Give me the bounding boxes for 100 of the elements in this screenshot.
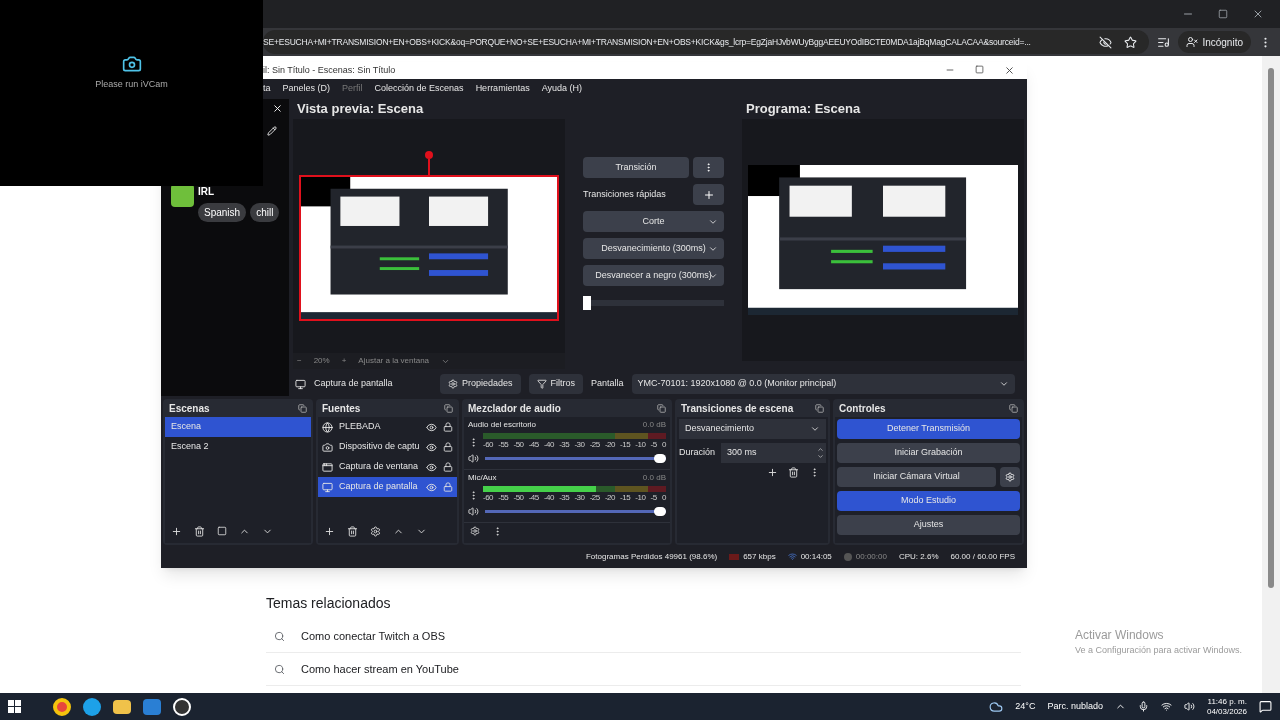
fit-dropdown[interactable]: Ajustar a la ventana	[358, 355, 430, 367]
scene-item[interactable]: Escena	[165, 417, 311, 437]
filter-icon[interactable]	[217, 526, 227, 536]
control-button[interactable]: Detener Transmisión	[837, 419, 1020, 439]
zoom-out-button[interactable]: −	[297, 355, 302, 367]
menu-item[interactable]: Paneles (D)	[282, 82, 331, 96]
browser-icon[interactable]	[53, 697, 71, 716]
zoom-in-button[interactable]: +	[341, 355, 347, 367]
quick-transition-dropdown[interactable]: Desvanecimiento (300ms)	[583, 238, 724, 259]
eye-off-icon[interactable]	[1099, 35, 1113, 49]
decrement-icon[interactable]	[817, 453, 824, 460]
volume-icon[interactable]	[468, 453, 479, 464]
tag[interactable]: chill	[250, 203, 280, 222]
source-item[interactable]: Dispositivo de captu	[318, 437, 457, 457]
properties-button[interactable]: Propiedades	[440, 374, 521, 394]
edit-icon[interactable]	[267, 126, 277, 136]
profile-chip[interactable]: Incógnito	[1178, 31, 1251, 53]
close-icon[interactable]	[1252, 8, 1264, 20]
display-dropdown[interactable]: YMC-70101: 1920x1080 @ 0.0 (Monitor principal)	[631, 374, 1015, 394]
volume-slider[interactable]	[485, 454, 666, 463]
related-search-link[interactable]: Como hacer stream en YouTube	[266, 653, 1021, 686]
scene-item[interactable]: Escena 2	[165, 437, 311, 457]
filters-button[interactable]: Filtros	[528, 374, 584, 394]
lock-icon[interactable]	[443, 482, 453, 492]
advanced-settings-icon[interactable]	[470, 526, 480, 536]
add-icon[interactable]	[324, 526, 335, 537]
volume-handle[interactable]	[654, 454, 666, 463]
search-icon	[274, 663, 285, 675]
lock-icon[interactable]	[443, 442, 453, 452]
undock-icon[interactable]	[298, 403, 307, 413]
visibility-icon[interactable]	[426, 421, 437, 433]
menu-item[interactable]: Herramientas	[475, 82, 530, 96]
bookmark-icon[interactable]	[1124, 35, 1138, 49]
channel-reading: 0.0 dB	[642, 472, 666, 484]
folder-icon[interactable]	[113, 699, 131, 714]
network-icon[interactable]	[1160, 701, 1172, 712]
mail-icon[interactable]	[143, 698, 161, 715]
settings-button[interactable]	[1000, 467, 1020, 487]
scrollbar-thumb[interactable]	[1268, 68, 1274, 588]
media-icon[interactable]	[1157, 35, 1171, 49]
lock-icon[interactable]	[443, 422, 453, 432]
notifications-icon[interactable]	[1259, 700, 1272, 713]
visibility-icon[interactable]	[426, 481, 437, 493]
control-button[interactable]: Ajustes	[837, 515, 1020, 535]
meter-tick-label: -60	[483, 494, 494, 502]
add-icon[interactable]	[767, 467, 778, 478]
quick-transition-dropdown[interactable]: Corte	[583, 211, 724, 232]
volume-slider[interactable]	[485, 507, 666, 516]
volume-handle[interactable]	[654, 507, 666, 516]
edge-icon[interactable]	[83, 697, 101, 716]
close-icon[interactable]	[272, 103, 283, 114]
visibility-icon[interactable]	[426, 441, 437, 453]
t-bar-slider[interactable]	[583, 296, 724, 310]
undock-icon[interactable]	[657, 403, 666, 413]
visibility-icon[interactable]	[426, 461, 437, 473]
control-button[interactable]: Modo Estudio	[837, 491, 1020, 511]
duration-field[interactable]: 300 ms	[721, 443, 826, 463]
meter-tick-label: -25	[589, 441, 600, 449]
menu-item[interactable]: ta	[263, 82, 271, 96]
caret-icon	[999, 379, 1009, 389]
maximize-icon[interactable]	[975, 65, 984, 74]
control-button[interactable]: Iniciar Cámara Virtual	[837, 467, 996, 487]
mic-icon[interactable]	[1137, 701, 1149, 712]
quick-transition-dropdown[interactable]: Desvanecer a negro (300ms)	[583, 265, 724, 286]
control-button[interactable]: Iniciar Grabación	[837, 443, 1020, 463]
address-bar[interactable]: SE+ESUCHA+MI+TRANSMISION+EN+OBS+KICK&oq=PORQUE+NO+SE+ESUCHA+MI+TRANSMISION+EN+OBS+KICK&gs_lcrp=EgZjaHJvbWUyBggAEEUYOdIBCTE0MDA1ajBqMagCALACAA&sourceid=...	[263, 30, 1150, 54]
menu-item[interactable]: Colección de Escenas	[374, 82, 464, 96]
rotation-handle[interactable]	[425, 151, 433, 175]
source-item[interactable]: Captura de pantalla	[318, 477, 457, 497]
volume-icon[interactable]	[468, 506, 479, 517]
add-button[interactable]	[693, 184, 724, 205]
settings-icon[interactable]	[370, 526, 381, 537]
maximize-icon[interactable]	[1218, 9, 1228, 19]
meter-tick-label: -40	[543, 441, 554, 449]
transition-button[interactable]: Transición	[583, 157, 689, 178]
lock-icon[interactable]	[443, 462, 453, 472]
source-item[interactable]: Captura de ventana	[318, 457, 457, 477]
source-name: Dispositivo de captu	[339, 440, 420, 454]
source-type-icon	[322, 461, 333, 473]
meter-tick-label: -5	[650, 494, 657, 502]
tag[interactable]: Spanish	[198, 203, 247, 222]
obs-icon[interactable]	[173, 697, 191, 716]
start-icon[interactable]	[8, 700, 21, 713]
related-search-link[interactable]: Como conectar Twitch a OBS	[266, 620, 1021, 653]
record-icon	[843, 552, 852, 561]
add-icon[interactable]	[171, 526, 182, 537]
t-bar-handle[interactable]	[583, 296, 591, 310]
close-icon[interactable]	[1004, 65, 1015, 76]
undock-icon[interactable]	[1009, 403, 1018, 413]
source-item[interactable]: PLEBADA	[318, 417, 457, 437]
delete-icon[interactable]	[194, 526, 205, 537]
delete-icon[interactable]	[347, 526, 358, 537]
undock-icon[interactable]	[815, 403, 824, 413]
bitrate: 657 kbps	[743, 550, 776, 563]
increment-icon[interactable]	[817, 446, 824, 453]
delete-icon[interactable]	[788, 467, 799, 478]
transition-dropdown[interactable]: Desvanecimiento	[679, 419, 826, 439]
volume-icon[interactable]	[1183, 701, 1195, 712]
undock-icon[interactable]	[444, 403, 453, 413]
menu-item[interactable]: Ayuda (H)	[541, 82, 582, 96]
